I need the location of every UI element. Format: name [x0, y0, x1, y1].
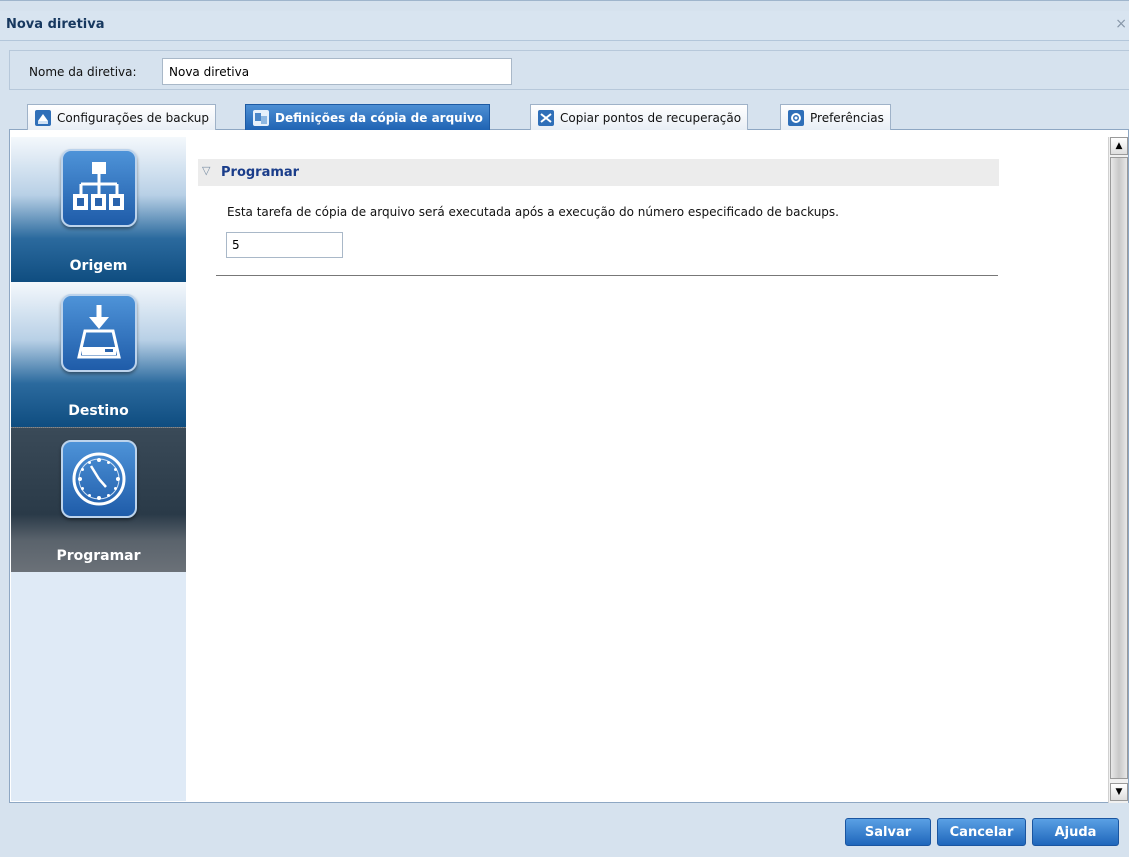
tab-backup-settings[interactable]: Configurações de backup [27, 104, 216, 130]
tab-label: Copiar pontos de recuperação [560, 110, 742, 125]
file-copy-icon [252, 109, 270, 127]
section-divider [216, 275, 998, 276]
drive-download-icon [60, 294, 137, 372]
sidebar-item-programar[interactable]: Programar [11, 427, 186, 572]
backup-count-input[interactable] [226, 232, 343, 258]
network-tree-icon [60, 149, 137, 227]
sidebar: Origem Destino Programar [11, 137, 186, 801]
cancel-button[interactable]: Cancelar [937, 818, 1026, 846]
save-button[interactable]: Salvar [845, 818, 931, 846]
tab-bar: Configurações de backup Definições da có… [9, 102, 1129, 130]
sidebar-item-origem[interactable]: Origem [11, 137, 186, 282]
scroll-up-icon[interactable]: ▲ [1110, 137, 1128, 155]
sidebar-item-label: Destino [68, 403, 129, 419]
scroll-thumb[interactable] [1110, 157, 1128, 779]
vertical-scrollbar[interactable]: ▲ ▼ [1108, 137, 1128, 803]
copy-recovery-icon [537, 109, 555, 127]
tab-label: Preferências [810, 110, 884, 125]
backup-icon [34, 109, 52, 127]
sidebar-item-destino[interactable]: Destino [11, 282, 186, 427]
section-title: Programar [221, 165, 300, 180]
tab-label: Configurações de backup [57, 110, 209, 125]
policy-name-row: Nome da diretiva: [9, 50, 1129, 90]
schedule-section-header[interactable]: ▽ Programar [198, 159, 999, 186]
title-bar: Nova diretiva × [0, 11, 1129, 41]
sidebar-item-label: Origem [69, 258, 128, 274]
policy-name-input[interactable] [162, 58, 512, 85]
tab-preferences[interactable]: Preferências [780, 104, 891, 130]
preferences-icon [787, 109, 805, 127]
scroll-down-icon[interactable]: ▼ [1110, 783, 1128, 801]
policy-name-label: Nome da diretiva: [29, 65, 137, 79]
tab-copy-recovery-points[interactable]: Copiar pontos de recuperação [530, 104, 749, 130]
clock-icon [60, 440, 137, 518]
help-button[interactable]: Ajuda [1032, 818, 1119, 846]
tab-file-copy-settings[interactable]: Definições da cópia de arquivo [245, 104, 490, 130]
schedule-description: Esta tarefa de cópia de arquivo será exe… [227, 205, 839, 219]
close-icon[interactable]: × [1115, 16, 1127, 32]
tab-label: Definições da cópia de arquivo [275, 110, 483, 125]
collapse-arrow-icon[interactable]: ▽ [202, 164, 210, 177]
sidebar-item-label: Programar [56, 548, 141, 564]
policy-dialog: Nova diretiva × Nome da diretiva: Config… [0, 0, 1129, 857]
window-title: Nova diretiva [6, 17, 105, 32]
